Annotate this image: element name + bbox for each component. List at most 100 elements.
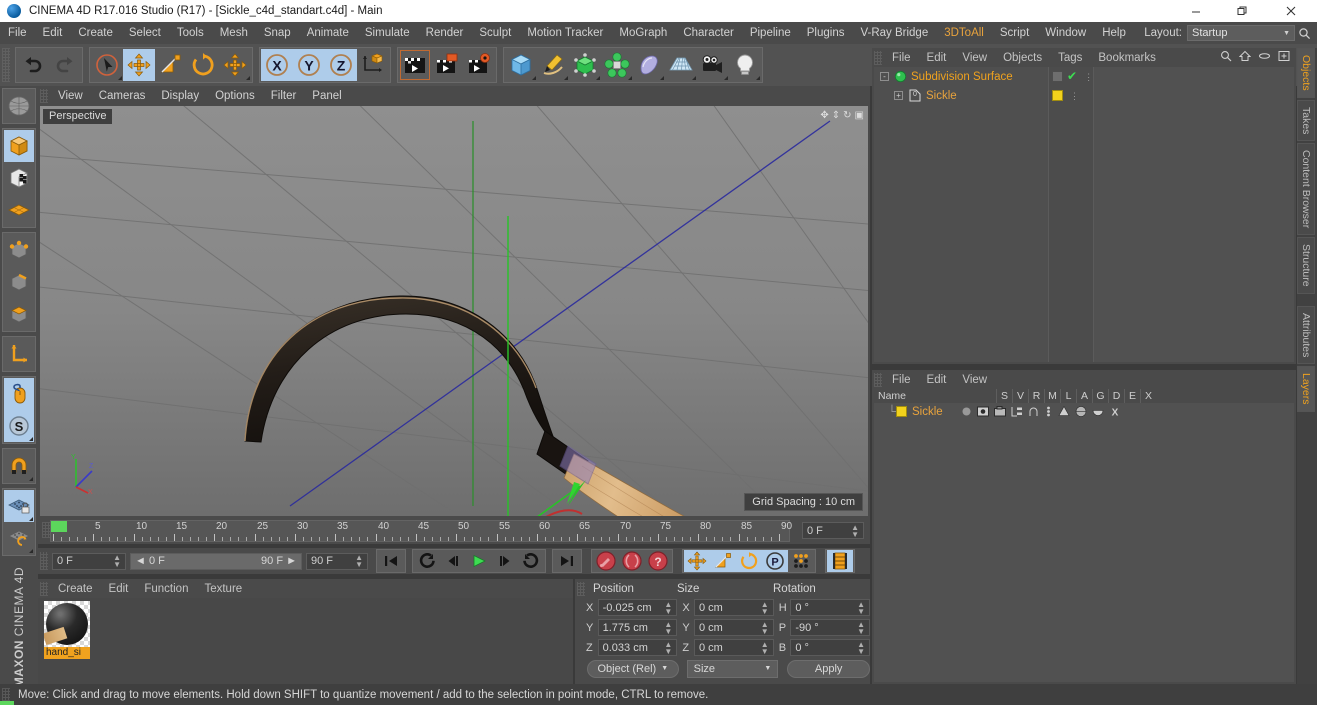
green-check-tag[interactable]: ✔ (1067, 70, 1077, 82)
menu-item-mesh[interactable]: Mesh (212, 22, 256, 44)
menu-item-motion-tracker[interactable]: Motion Tracker (519, 22, 611, 44)
enable-axis-button[interactable] (4, 338, 34, 370)
polygons-mode-button[interactable] (4, 298, 34, 330)
vtab-layers[interactable]: Layers (1297, 366, 1315, 412)
render-icon[interactable] (993, 406, 1006, 417)
size-x-field[interactable]: 0 cm ▲ ▼ (693, 599, 774, 616)
edit-render-settings-button[interactable] (463, 49, 495, 81)
viewport-menu-filter[interactable]: Filter (263, 90, 305, 102)
lock-z-axis[interactable]: Z (325, 49, 357, 81)
spinner-icon[interactable]: ▲ ▼ (761, 640, 769, 655)
go-back-keyframe-button[interactable] (414, 550, 440, 572)
viewport-solo-button[interactable] (4, 378, 34, 410)
coordinate-grip[interactable] (577, 581, 585, 596)
toolbar-grip[interactable] (2, 48, 10, 82)
rotation-p-field[interactable]: -90 ° ▲ ▼ (790, 619, 871, 636)
redo-button[interactable] (49, 49, 81, 81)
step-forward-button[interactable] (492, 550, 518, 572)
vtab-content-browser[interactable]: Content Browser (1297, 143, 1315, 236)
menu-item-script[interactable]: Script (992, 22, 1037, 44)
vtab-objects[interactable]: Objects (1297, 48, 1315, 98)
object-menu-file[interactable]: File (884, 52, 919, 64)
object-row[interactable]: +0 Sickle ⋮ (874, 86, 1294, 105)
menu-item-create[interactable]: Create (70, 22, 121, 44)
material-list[interactable]: hand_si (38, 598, 573, 684)
generator-icon[interactable] (1058, 406, 1070, 417)
menu-item-mograph[interactable]: MoGraph (611, 22, 675, 44)
texture-mode-button[interactable] (4, 162, 34, 194)
add-scene-button[interactable] (665, 49, 697, 81)
maximize-button[interactable] (1219, 0, 1265, 22)
spinner-icon[interactable]: ▲ ▼ (851, 523, 859, 538)
transport-grip[interactable] (40, 552, 48, 570)
apply-button[interactable]: Apply (787, 659, 870, 678)
viewport-menu-display[interactable]: Display (153, 90, 207, 102)
layer-menu-view[interactable]: View (954, 374, 995, 386)
add-light-button[interactable] (729, 49, 761, 81)
display-icon[interactable] (976, 406, 989, 417)
spinner-icon[interactable]: ▲ ▼ (857, 600, 865, 615)
viewport-menu-view[interactable]: View (50, 90, 91, 102)
object-row[interactable]: - Subdivision Surface ✔ ⋮ (874, 67, 1294, 86)
material-item[interactable]: hand_si (44, 601, 90, 659)
menu-item-tools[interactable]: Tools (169, 22, 212, 44)
menu-item-window[interactable]: Window (1037, 22, 1094, 44)
layer-menu-file[interactable]: File (884, 374, 919, 386)
object-menu-tags[interactable]: Tags (1050, 52, 1090, 64)
material-menu-function[interactable]: Function (136, 583, 196, 595)
parameter-key-toggle[interactable]: P (762, 550, 788, 572)
search-icon[interactable] (1295, 27, 1313, 40)
layer-row[interactable]: └ Sickle X (874, 403, 1294, 420)
autokeying-button[interactable] (619, 550, 645, 572)
enable-snap-button[interactable]: S (4, 410, 34, 442)
spinner-icon[interactable]: ▲ ▼ (664, 620, 672, 635)
add-cube-button[interactable] (505, 49, 537, 81)
viewport-menu-cameras[interactable]: Cameras (91, 90, 154, 102)
move-tool[interactable] (123, 49, 155, 81)
point-level-animation-toggle[interactable] (788, 550, 814, 572)
edges-mode-button[interactable] (4, 266, 34, 298)
maximize-viewport-icon[interactable]: ▣ (855, 110, 864, 121)
menu-item-render[interactable]: Render (418, 22, 472, 44)
material-manager-grip[interactable] (40, 581, 48, 596)
layer-list[interactable]: └ Sickle X (874, 403, 1294, 682)
close-button[interactable] (1265, 0, 1317, 22)
viewport-grip[interactable] (40, 89, 48, 103)
viewport-menu-panel[interactable]: Panel (304, 90, 349, 102)
menu-item-v-ray-bridge[interactable]: V-Ray Bridge (852, 22, 936, 44)
position-key-toggle[interactable] (684, 550, 710, 572)
magnet-tool-button[interactable] (4, 450, 34, 482)
dot-icon[interactable] (961, 406, 972, 417)
size-mode-dropdown[interactable]: Size ▼ (686, 659, 779, 678)
model-mode-button[interactable] (4, 130, 34, 162)
current-frame-field[interactable]: 0 F ▲ ▼ (52, 552, 126, 570)
object-tree[interactable]: - Subdivision Surface ✔ ⋮ +0 Sickle ⋮ (874, 67, 1294, 362)
move-dupe-tool[interactable] (219, 49, 251, 81)
lock-icon[interactable] (1028, 406, 1039, 417)
coordinate-mode-dropdown[interactable]: Object (Rel) ▼ (587, 659, 679, 678)
layer-manager-grip[interactable] (874, 372, 882, 387)
link-icon[interactable] (1258, 50, 1271, 62)
live-selection-tool[interactable] (91, 49, 123, 81)
expression-icon[interactable] (1092, 406, 1104, 417)
add-camera-button[interactable] (697, 49, 729, 81)
object-manager-grip[interactable] (874, 50, 882, 65)
menu-item-character[interactable]: Character (675, 22, 742, 44)
spinner-icon[interactable]: ▲ ▼ (761, 620, 769, 635)
expand-toggle-icon[interactable]: - (880, 72, 889, 81)
menu-item-edit[interactable]: Edit (35, 22, 71, 44)
spinner-icon[interactable]: ▲ ▼ (857, 620, 865, 635)
position-z-field[interactable]: 0.033 cm ▲ ▼ (597, 639, 678, 656)
object-menu-edit[interactable]: Edit (919, 52, 955, 64)
tag-dots-icon[interactable]: ⋮ (1070, 91, 1079, 100)
world-object-coordinates[interactable] (357, 49, 389, 81)
make-editable-button[interactable] (4, 90, 34, 122)
timeline-ruler[interactable]: 0 5 10 15 20 25 30 35 40 45 50 55 60 65 70 75 80 85 90 (50, 520, 792, 542)
spinner-icon[interactable]: ▲ ▼ (857, 640, 865, 655)
menu-item-simulate[interactable]: Simulate (357, 22, 418, 44)
subdivision-surface-icon[interactable] (894, 70, 907, 83)
menu-item-file[interactable]: File (0, 22, 35, 44)
expand-icon[interactable] (1278, 50, 1290, 62)
workplane-lock-button[interactable] (4, 490, 34, 522)
vtab-takes[interactable]: Takes (1297, 99, 1315, 142)
